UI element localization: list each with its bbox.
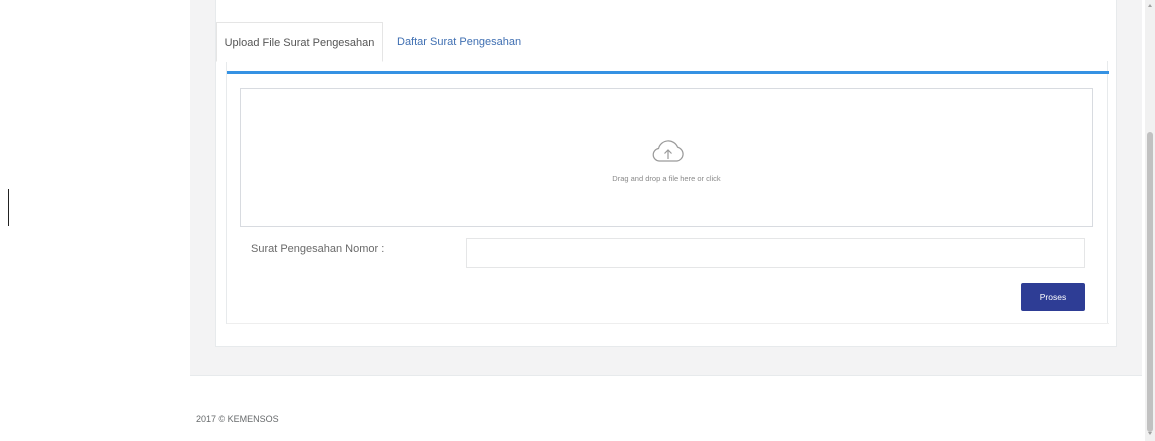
scroll-up-arrow-icon[interactable] bbox=[1148, 4, 1152, 7]
main-content: Upload File Surat Pengesahan Daftar Sura… bbox=[190, 0, 1142, 441]
scrollbar-thumb[interactable] bbox=[1147, 132, 1153, 432]
tab-pane-accent-bar bbox=[227, 71, 1109, 74]
tab-daftar-surat[interactable]: Daftar Surat Pengesahan bbox=[397, 22, 521, 62]
cloud-upload-icon bbox=[652, 140, 684, 162]
scroll-down-arrow-icon[interactable] bbox=[1148, 432, 1152, 435]
footer: 2017 © KEMENSOS bbox=[190, 375, 1142, 441]
surat-nomor-input[interactable] bbox=[466, 238, 1085, 268]
text-cursor bbox=[8, 189, 9, 226]
footer-copyright: 2017 © KEMENSOS bbox=[196, 414, 279, 424]
tab-pane-upload: Drag and drop a file here or click Surat… bbox=[226, 61, 1109, 324]
surat-nomor-label: Surat Pengesahan Nomor : bbox=[251, 243, 385, 255]
divider bbox=[227, 323, 1109, 324]
vertical-scrollbar[interactable] bbox=[1145, 0, 1155, 441]
dropzone-message: Drag and drop a file here or click bbox=[612, 174, 721, 183]
proses-button[interactable]: Proses bbox=[1021, 283, 1085, 311]
file-dropzone[interactable]: Drag and drop a file here or click bbox=[240, 88, 1093, 227]
tab-upload-file[interactable]: Upload File Surat Pengesahan bbox=[216, 22, 383, 62]
upload-card: Upload File Surat Pengesahan Daftar Sura… bbox=[215, 0, 1117, 347]
page: Upload File Surat Pengesahan Daftar Sura… bbox=[0, 0, 1155, 441]
